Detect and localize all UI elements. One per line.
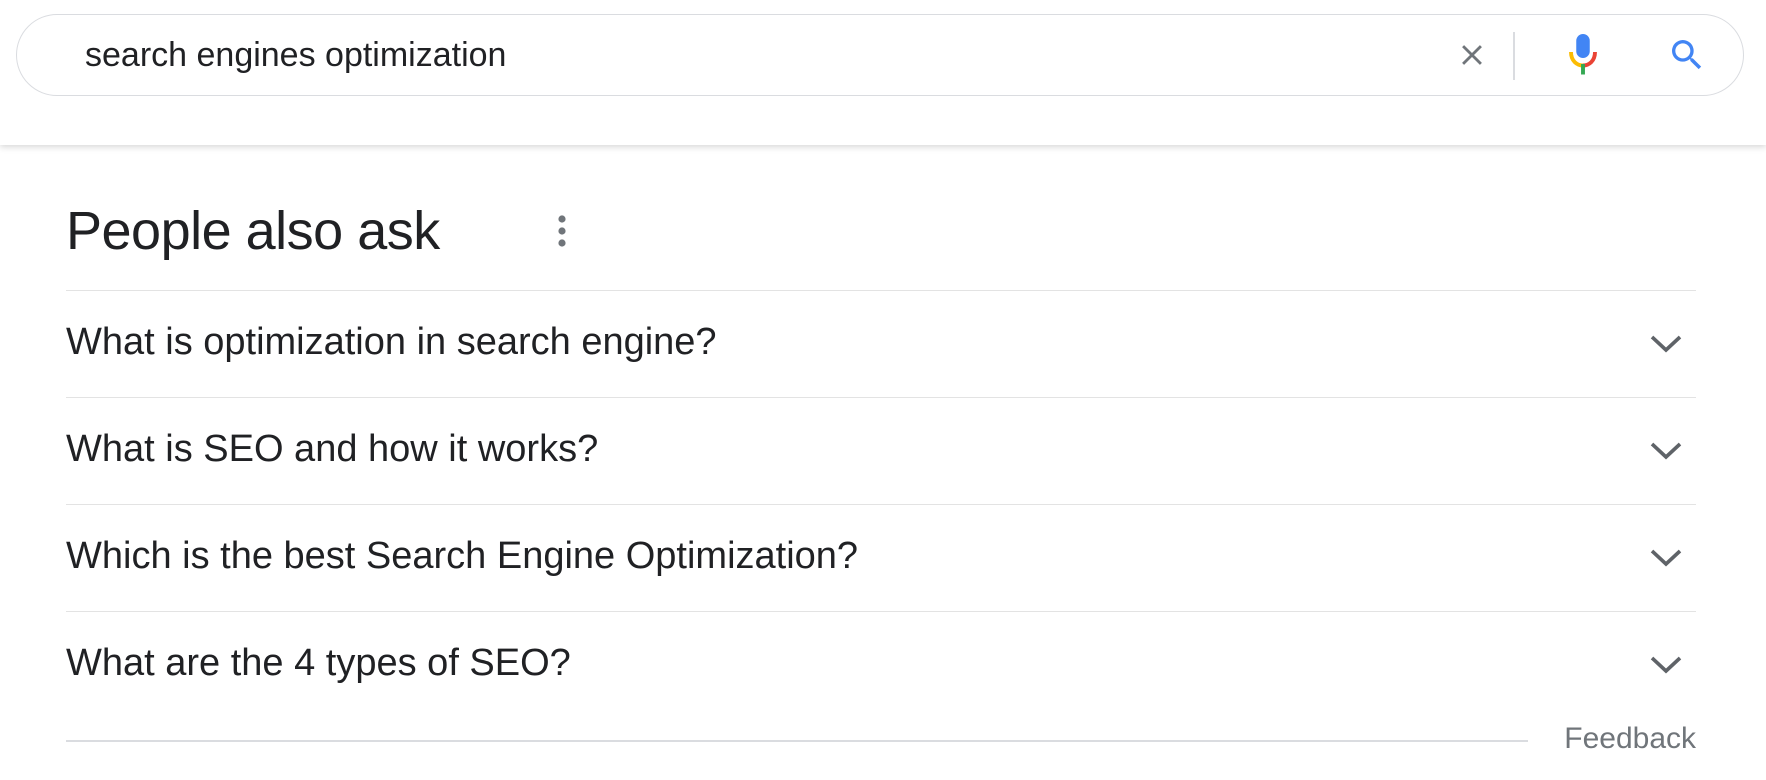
- search-submit-button[interactable]: [1657, 27, 1717, 83]
- feedback-link[interactable]: Feedback: [1564, 722, 1696, 756]
- chevron-down-icon: [1646, 648, 1686, 682]
- paa-footer: Feedback: [66, 718, 1696, 778]
- chevron-down-icon: [1646, 434, 1686, 468]
- search-header: [0, 0, 1766, 145]
- search-divider: [1513, 32, 1515, 80]
- question-text: What is SEO and how it works?: [66, 428, 599, 470]
- more-options-button[interactable]: [542, 206, 582, 256]
- search-input[interactable]: [67, 31, 1425, 79]
- question-text: What is optimization in search engine?: [66, 321, 717, 363]
- paa-question-2[interactable]: What is SEO and how it works?: [66, 397, 1696, 504]
- clear-search-button[interactable]: [1447, 30, 1497, 80]
- paa-question-4[interactable]: What are the 4 types of SEO?: [66, 611, 1696, 718]
- chevron-down-icon: [1646, 541, 1686, 575]
- question-text: What are the 4 types of SEO?: [66, 642, 571, 684]
- close-icon: [1462, 45, 1482, 65]
- people-also-ask-section: People also ask What is optimization in …: [66, 190, 1696, 778]
- question-text: Which is the best Search Engine Optimiza…: [66, 535, 859, 577]
- more-vert-icon: [558, 215, 566, 247]
- paa-title: People also ask: [66, 201, 440, 261]
- paa-header: People also ask: [66, 190, 1696, 290]
- paa-question-3[interactable]: Which is the best Search Engine Optimiza…: [66, 504, 1696, 611]
- search-icon: [1672, 40, 1702, 70]
- microphone-icon: [1569, 34, 1597, 75]
- voice-search-button[interactable]: [1553, 27, 1613, 83]
- chevron-down-icon: [1646, 327, 1686, 361]
- paa-question-1[interactable]: What is optimization in search engine?: [66, 290, 1696, 397]
- search-box: [16, 14, 1744, 96]
- footer-divider: [66, 740, 1528, 742]
